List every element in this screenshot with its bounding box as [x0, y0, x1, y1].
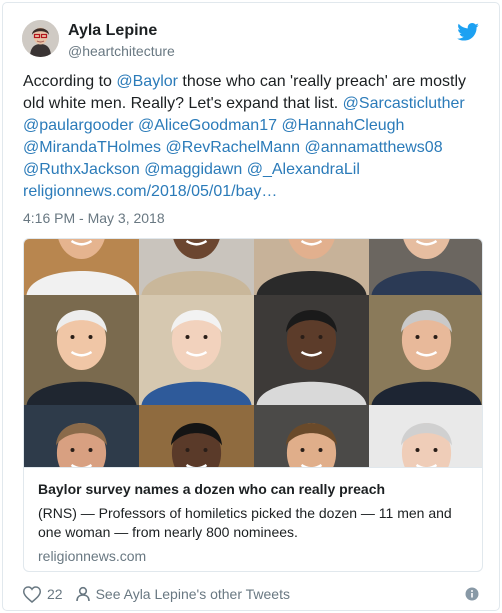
tweet-link[interactable]: @AliceGoodman17 [138, 117, 277, 134]
tweet-text: According to @Baylor those who can 'real… [23, 71, 483, 203]
portrait-tile [369, 239, 482, 295]
twitter-bird-icon[interactable] [457, 23, 479, 41]
portrait-tile [369, 295, 482, 405]
person-icon [75, 586, 90, 602]
portrait-tile [24, 295, 139, 405]
portrait-tile [254, 295, 369, 405]
tweet-link[interactable]: @paulargooder [23, 117, 134, 134]
portrait-grid-image [24, 239, 482, 467]
like-count[interactable]: 22 [47, 586, 63, 602]
tweet-link[interactable]: @Baylor [116, 73, 178, 90]
card-domain: religionnews.com [38, 548, 147, 564]
author-handle[interactable]: @heartchitecture [68, 43, 175, 59]
info-icon[interactable] [465, 587, 479, 601]
card-body: Baylor survey names a dozen who can real… [24, 467, 482, 571]
portrait-tile [24, 405, 139, 467]
tweet-link[interactable]: religionnews.com/2018/05/01/bay… [23, 183, 277, 200]
card-title[interactable]: Baylor survey names a dozen who can real… [38, 480, 470, 498]
tweet-link[interactable]: @Sarcasticluther [343, 95, 465, 112]
tweet-link[interactable]: @HannahCleugh [281, 117, 404, 134]
portrait-tile [369, 405, 482, 467]
embedded-tweet: Ayla Lepine @heartchitecture According t… [2, 2, 500, 611]
portrait-tile [24, 239, 139, 295]
portrait-tile [139, 405, 254, 467]
tweet-actions: 22 See Ayla Lepine's other Tweets [23, 584, 290, 604]
author-name[interactable]: Ayla Lepine [68, 22, 157, 40]
tweet-link[interactable]: @MirandaTHolmes [23, 139, 161, 156]
link-card[interactable]: Baylor survey names a dozen who can real… [23, 238, 483, 572]
portrait-tile [254, 239, 369, 295]
avatar[interactable] [22, 20, 59, 57]
tweet-link[interactable]: @_AlexandraLil [247, 161, 360, 178]
tweet-link[interactable]: @annamatthews08 [305, 139, 443, 156]
tweet-timestamp[interactable]: 4:16 PM - May 3, 2018 [23, 210, 165, 226]
portrait-tile [139, 295, 254, 405]
tweet-text-segment: According to [23, 73, 117, 90]
tweet-link[interactable]: @maggidawn [144, 161, 242, 178]
portrait-tile [254, 405, 369, 467]
tweet-link[interactable]: @RuthxJackson [23, 161, 140, 178]
portrait-tile [139, 239, 254, 295]
see-other-tweets-link[interactable]: See Ayla Lepine's other Tweets [96, 586, 290, 602]
heart-icon[interactable] [23, 585, 41, 603]
tweet-link[interactable]: @RevRachelMann [166, 139, 301, 156]
card-description: (RNS) — Professors of homiletics picked … [38, 505, 452, 540]
